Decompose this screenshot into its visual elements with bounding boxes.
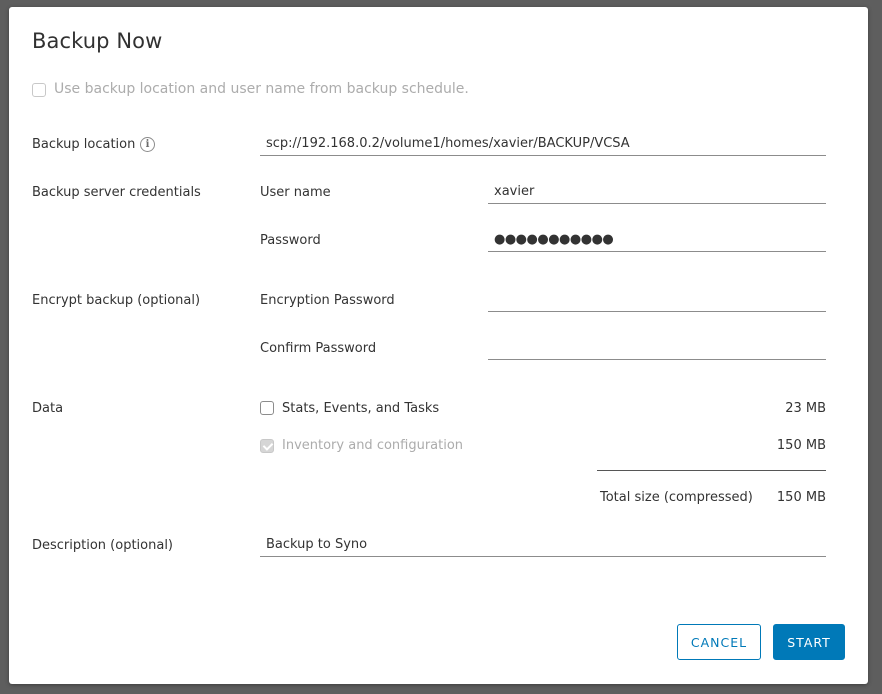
stats-events-tasks-checkbox[interactable] xyxy=(260,401,274,415)
dialog-title: Backup Now xyxy=(32,29,163,53)
data-label: Data xyxy=(32,401,64,416)
use-schedule-label: Use backup location and user name from b… xyxy=(54,81,469,97)
inventory-configuration-size: 150 MB xyxy=(776,438,826,453)
cancel-button[interactable]: CANCEL xyxy=(677,624,761,660)
confirm-password-label: Confirm Password xyxy=(260,341,377,356)
stats-events-tasks-size: 23 MB xyxy=(785,401,826,416)
total-divider xyxy=(597,470,826,471)
total-size-value: 150 MB xyxy=(776,490,826,505)
encryption-password-input[interactable] xyxy=(488,288,826,312)
encryption-password-label: Encryption Password xyxy=(260,293,395,308)
username-label: User name xyxy=(260,185,331,200)
backup-now-dialog: Backup Now Use backup location and user … xyxy=(9,7,868,684)
description-input[interactable] xyxy=(260,533,826,557)
use-schedule-checkbox[interactable] xyxy=(32,83,46,97)
info-icon[interactable]: i xyxy=(140,137,155,152)
confirm-password-input[interactable] xyxy=(488,336,826,360)
backup-location-label: Backup location xyxy=(32,137,136,152)
password-mask: ●●●●●●●●●●● xyxy=(494,232,614,247)
password-label: Password xyxy=(260,233,321,248)
username-input[interactable] xyxy=(488,180,826,204)
inventory-configuration-label: Inventory and configuration xyxy=(282,438,464,453)
backup-server-credentials-label: Backup server credentials xyxy=(32,185,201,200)
inventory-configuration-checkbox[interactable] xyxy=(260,439,274,453)
password-input[interactable]: ●●●●●●●●●●● xyxy=(488,228,826,252)
start-button[interactable]: START xyxy=(773,624,845,660)
encrypt-backup-label: Encrypt backup (optional) xyxy=(32,293,201,308)
description-label: Description (optional) xyxy=(32,538,174,553)
stats-events-tasks-label: Stats, Events, and Tasks xyxy=(282,401,440,416)
backup-location-input[interactable] xyxy=(260,132,826,156)
